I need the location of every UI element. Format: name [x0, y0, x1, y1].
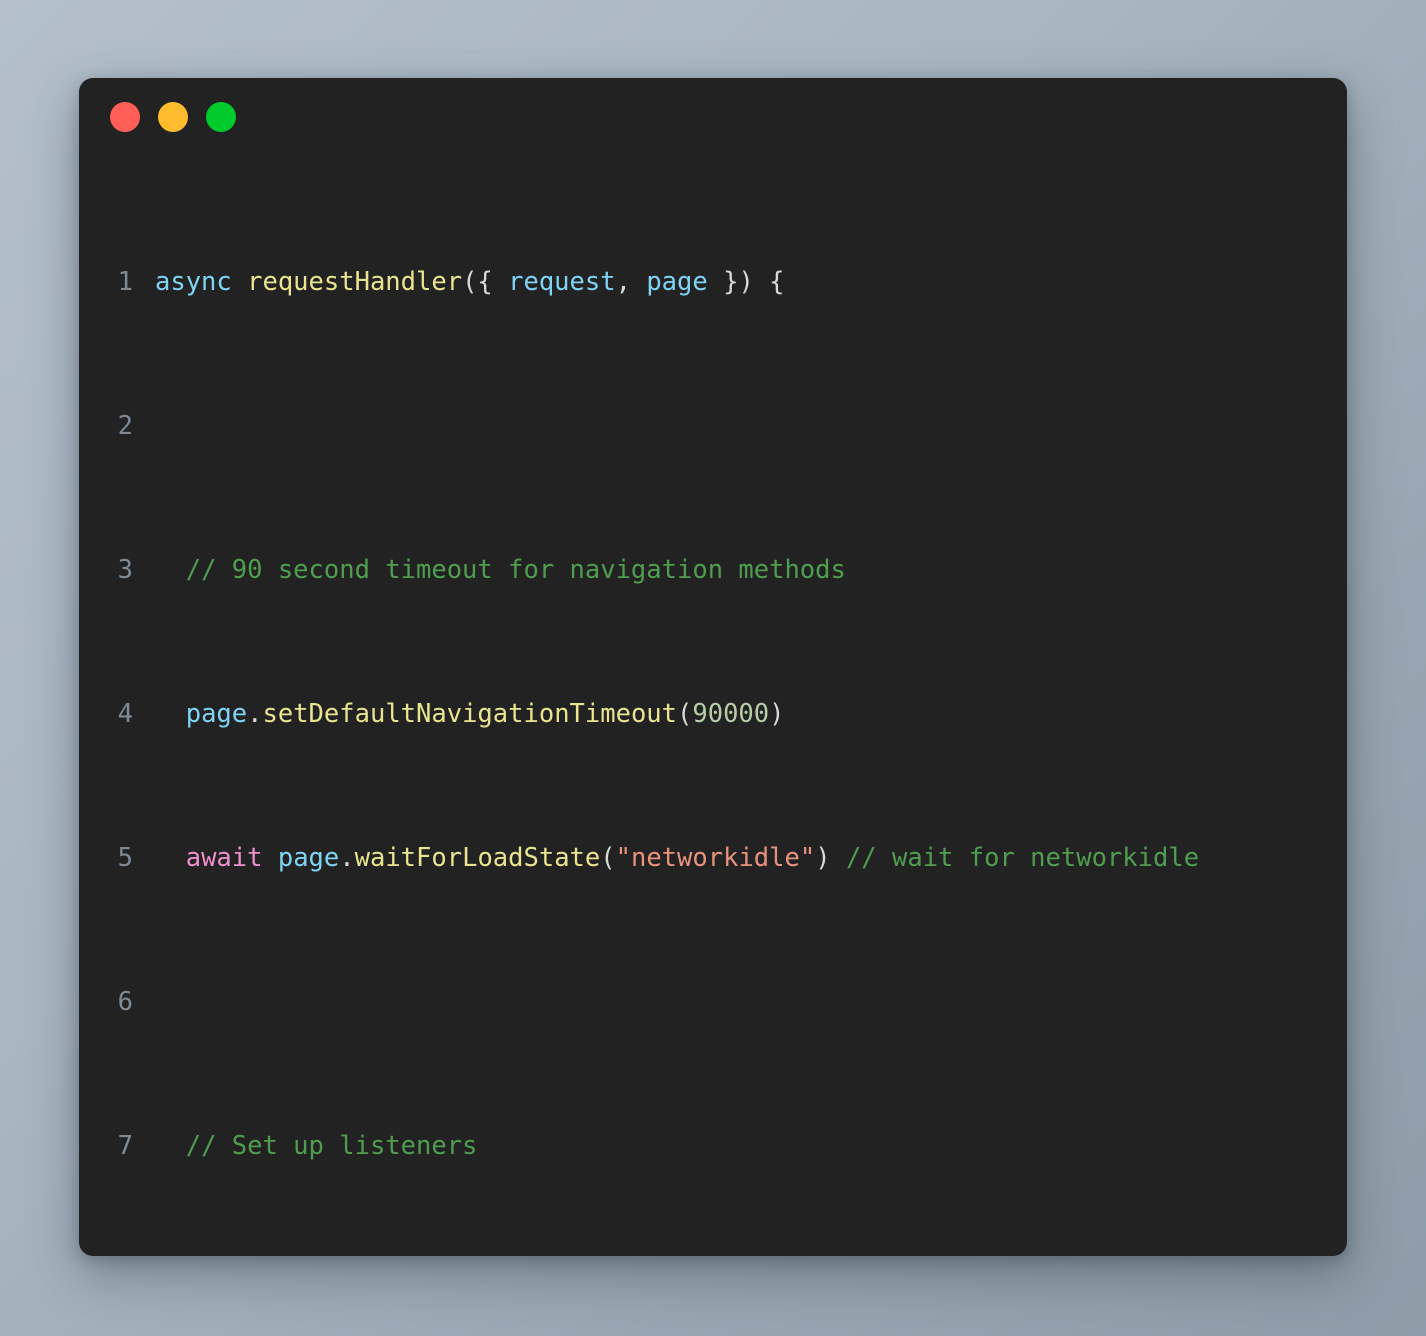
line-content: page.setDefaultNavigationTimeout(90000) — [185, 699, 785, 729]
line-content: // 90 second timeout for navigation meth… — [185, 555, 846, 585]
line-content: async requestHandler({ request, page }) … — [155, 267, 785, 297]
minimize-window-button[interactable] — [158, 102, 188, 132]
line-number: 2 — [117, 411, 133, 441]
code-editor[interactable]: 1 async requestHandler({ request, page }… — [79, 156, 1347, 1256]
code-line: 2 — [79, 408, 1347, 444]
line-number: 4 — [117, 699, 133, 729]
line-content: await page.waitForLoadState("networkidle… — [185, 843, 1200, 873]
line-number: 3 — [117, 555, 133, 585]
maximize-window-button[interactable] — [206, 102, 236, 132]
code-line: 3 // 90 second timeout for navigation me… — [79, 552, 1347, 588]
code-line: 4 page.setDefaultNavigationTimeout(90000… — [79, 696, 1347, 732]
code-line: 1 async requestHandler({ request, page }… — [79, 264, 1347, 300]
desktop-background: 1 async requestHandler({ request, page }… — [0, 0, 1426, 1336]
line-content: // Set up listeners — [185, 1131, 478, 1161]
code-snippet-window: 1 async requestHandler({ request, page }… — [79, 78, 1347, 1256]
line-number: 7 — [117, 1131, 133, 1161]
code-line: 6 — [79, 984, 1347, 1020]
traffic-light-group — [110, 102, 236, 132]
close-window-button[interactable] — [110, 102, 140, 132]
line-number: 5 — [117, 843, 133, 873]
window-titlebar — [79, 78, 1347, 156]
code-line: 7 // Set up listeners — [79, 1128, 1347, 1164]
line-number: 6 — [117, 987, 133, 1017]
code-line: 5 await page.waitForLoadState("networkid… — [79, 840, 1347, 876]
line-number: 1 — [117, 267, 133, 297]
